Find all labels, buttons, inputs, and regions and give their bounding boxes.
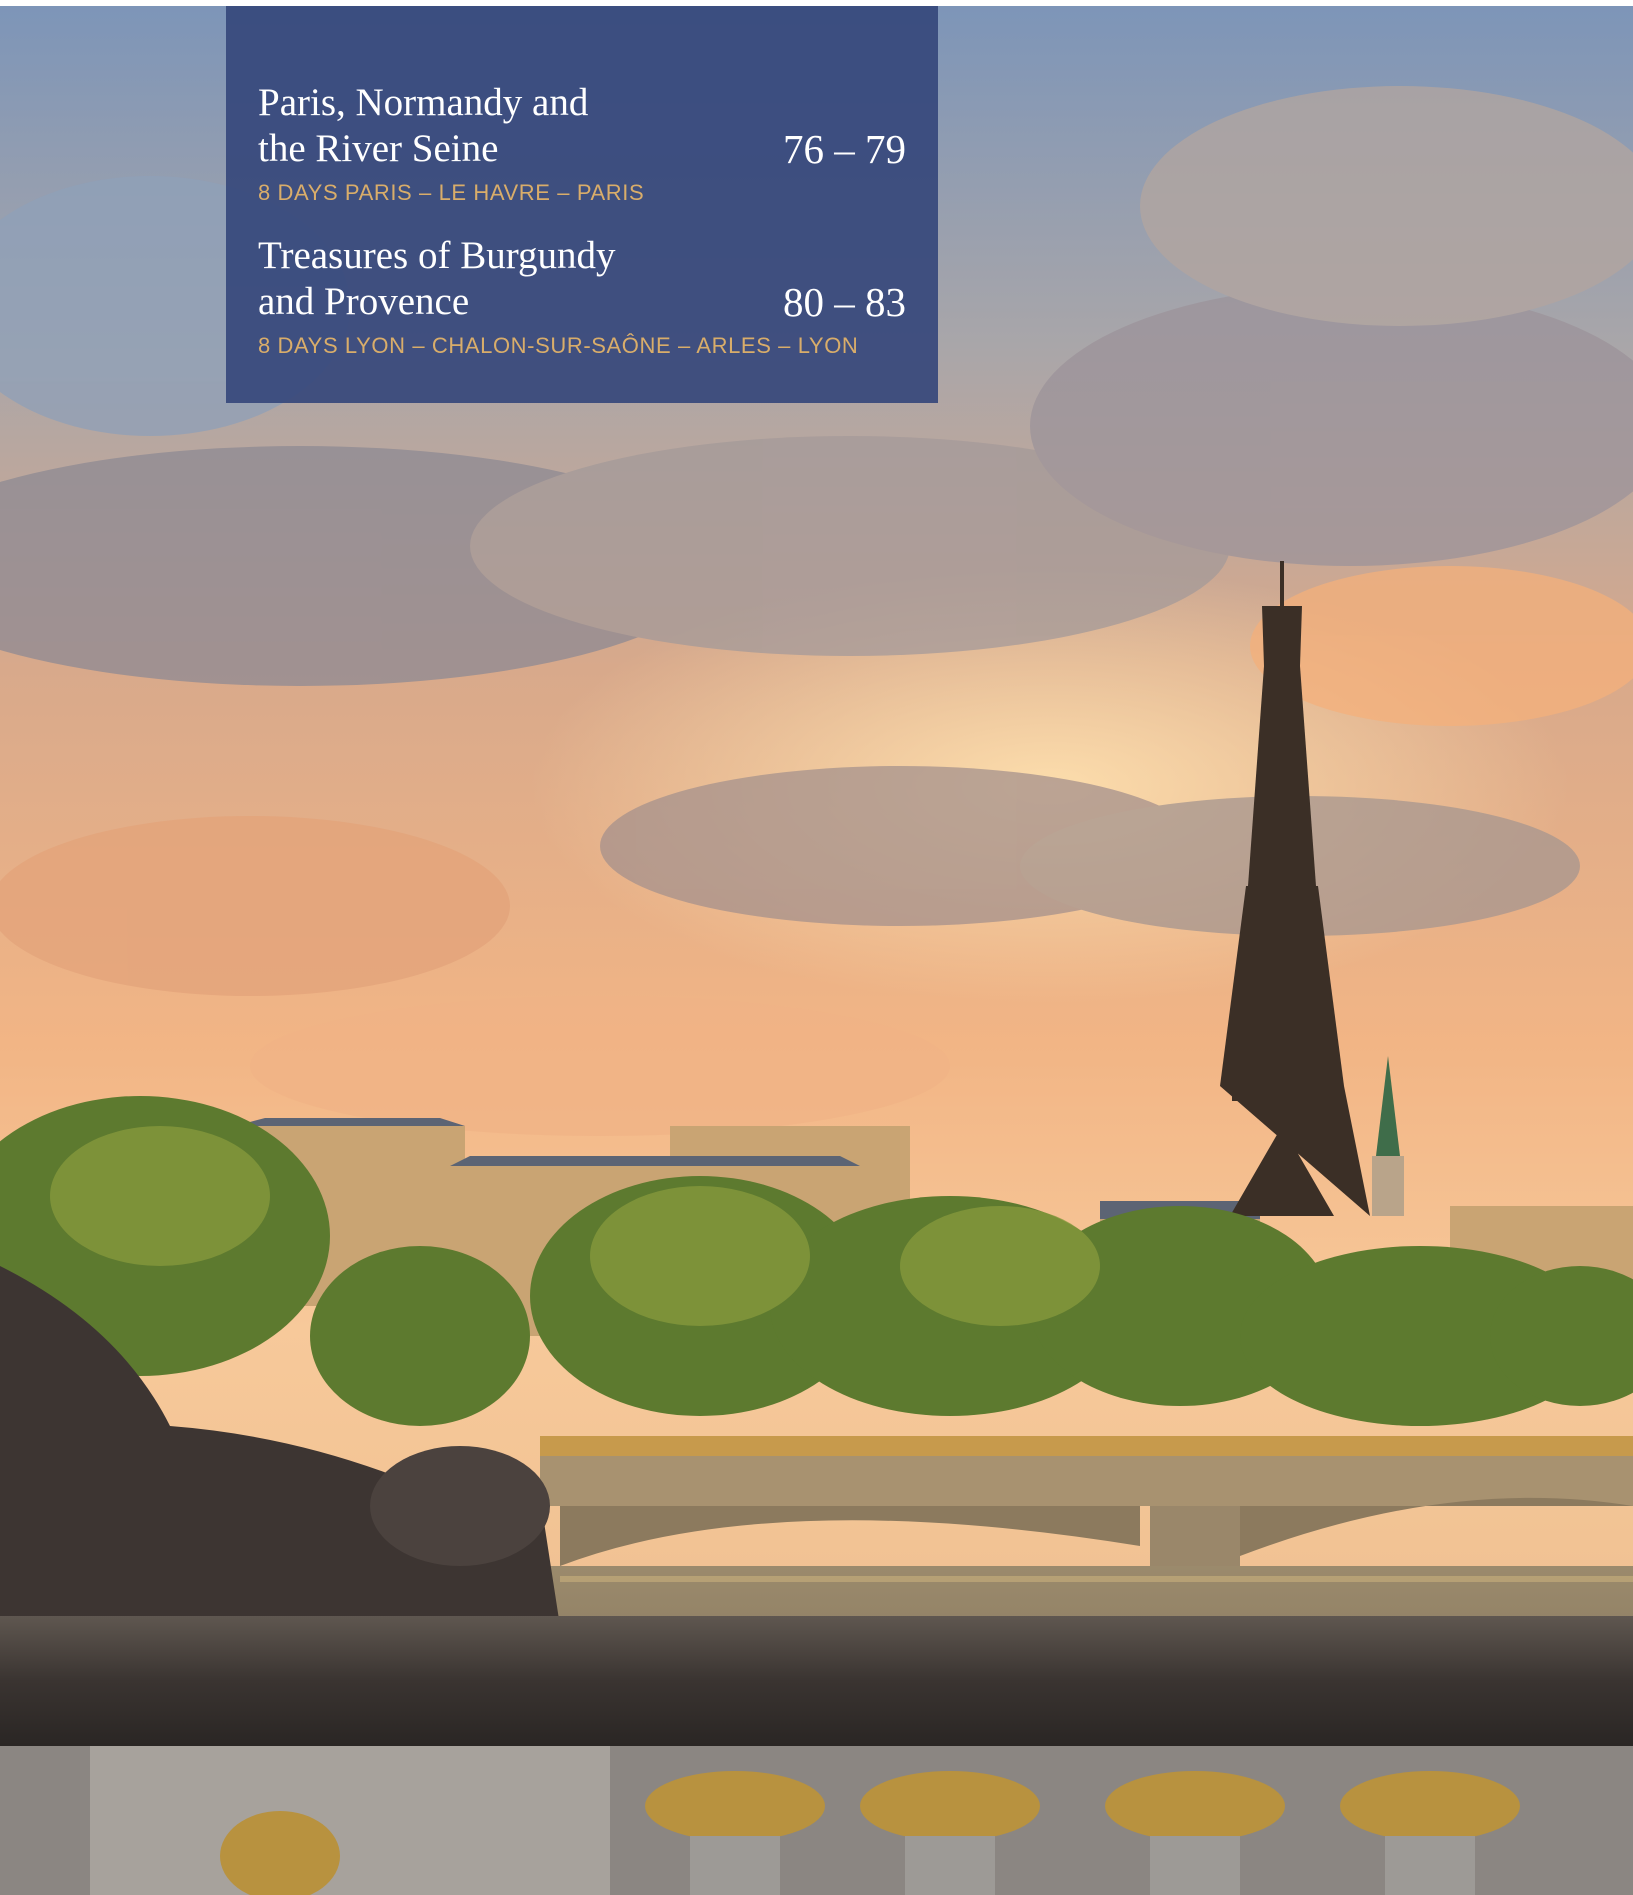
page-range: 76 – 79 <box>783 126 906 172</box>
itinerary-route: 8 DAYS LYON – CHALON-SUR-SAÔNE – ARLES –… <box>258 333 859 358</box>
itinerary-title-line: Paris, Normandy and <box>258 81 589 124</box>
itinerary-entry[interactable]: Paris, Normandy and the River Seine 76 –… <box>258 80 906 220</box>
itinerary-route: 8 DAYS PARIS – LE HAVRE – PARIS <box>258 180 645 205</box>
itinerary-title-line: Treasures of Burgundy <box>258 234 616 277</box>
page-range: 80 – 83 <box>783 279 906 325</box>
itinerary-entry[interactable]: Treasures of Burgundy and Provence 80 – … <box>258 233 906 373</box>
itinerary-index-panel: Paris, Normandy and the River Seine 76 –… <box>226 6 938 403</box>
